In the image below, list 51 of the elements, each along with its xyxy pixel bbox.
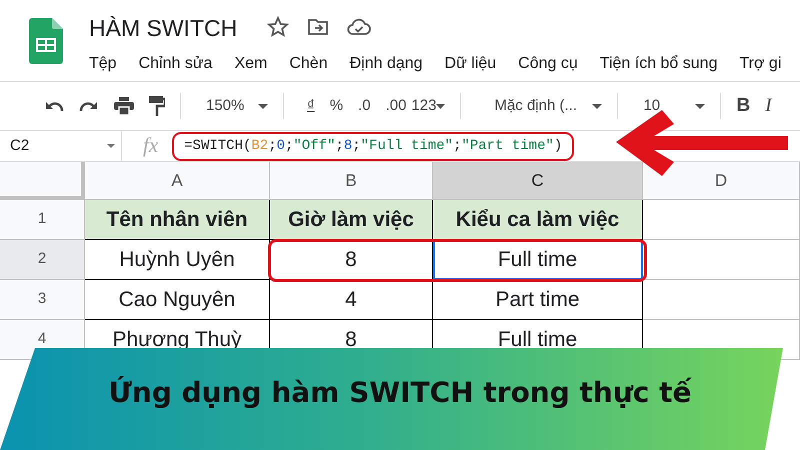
column-header[interactable]: D: [643, 162, 800, 200]
table-cell: 4: [270, 280, 433, 320]
caret-icon: [107, 144, 115, 148]
table-cell: 8: [270, 240, 433, 280]
banner-title: Ứng dụng hàm SWITCH trong thực tế: [108, 375, 692, 411]
table-cell: Huỳnh Uyên: [85, 240, 270, 280]
row-header[interactable]: 2: [0, 240, 85, 280]
font-size-dropdown[interactable]: 10: [643, 94, 706, 118]
currency-button[interactable]: ₫: [307, 94, 315, 118]
column-header[interactable]: A: [85, 162, 270, 200]
row-header[interactable]: 3: [0, 280, 85, 320]
menu-item[interactable]: Tiện ích bổ sung: [600, 52, 718, 76]
menu-item[interactable]: Trợ gi: [739, 52, 782, 76]
paint-format-icon[interactable]: [149, 96, 165, 116]
menu-item[interactable]: Xem: [234, 52, 268, 76]
number-format-dropdown[interactable]: 123: [411, 94, 446, 118]
column-title-cell: Tên nhân viên: [85, 200, 270, 240]
column-title-cell: Kiểu ca làm việc: [433, 200, 643, 240]
document-title[interactable]: HÀM SWITCH: [89, 0, 238, 40]
table-cell: Cao Nguyên: [85, 280, 270, 320]
print-icon[interactable]: [114, 97, 134, 115]
cloud-check-icon[interactable]: [347, 18, 372, 36]
row-header[interactable]: 1: [0, 200, 85, 240]
menu-item[interactable]: Chèn: [289, 52, 328, 76]
italic-button[interactable]: I: [765, 92, 772, 120]
caret-icon: [258, 104, 268, 108]
menu-item[interactable]: Công cụ: [518, 52, 578, 76]
table-cell: Part time: [433, 280, 643, 320]
sheets-logo-icon[interactable]: [29, 18, 63, 64]
undo-icon[interactable]: [44, 99, 64, 113]
formula-field[interactable]: =SWITCH(B2;0;"Off";8;"Full time";"Part time"): [172, 132, 574, 160]
menu-item[interactable]: Tệp: [89, 52, 117, 76]
bold-button[interactable]: B: [736, 92, 750, 120]
name-box[interactable]: C2: [0, 131, 122, 161]
star-icon[interactable]: [267, 16, 290, 38]
menu-item[interactable]: Chỉnh sửa: [138, 52, 212, 76]
move-to-folder-icon[interactable]: [307, 17, 330, 37]
column-header[interactable]: C: [433, 162, 643, 200]
column-header[interactable]: B: [270, 162, 433, 200]
caret-icon: [592, 104, 602, 108]
menu-item[interactable]: Định dạng: [350, 52, 423, 76]
column-title-cell: Giờ làm việc: [270, 200, 433, 240]
zoom-dropdown[interactable]: 150%: [206, 94, 268, 118]
fx-label: fx: [143, 132, 158, 160]
percent-button[interactable]: %: [330, 94, 344, 118]
font-dropdown[interactable]: Mặc định (...: [494, 94, 602, 118]
table-cell: Full time: [433, 240, 643, 280]
menu-item[interactable]: Dữ liệu: [444, 52, 496, 76]
increase-decimals-button[interactable]: .00: [386, 94, 406, 118]
decrease-decimals-button[interactable]: .0: [358, 94, 371, 118]
caret-icon: [436, 104, 446, 108]
